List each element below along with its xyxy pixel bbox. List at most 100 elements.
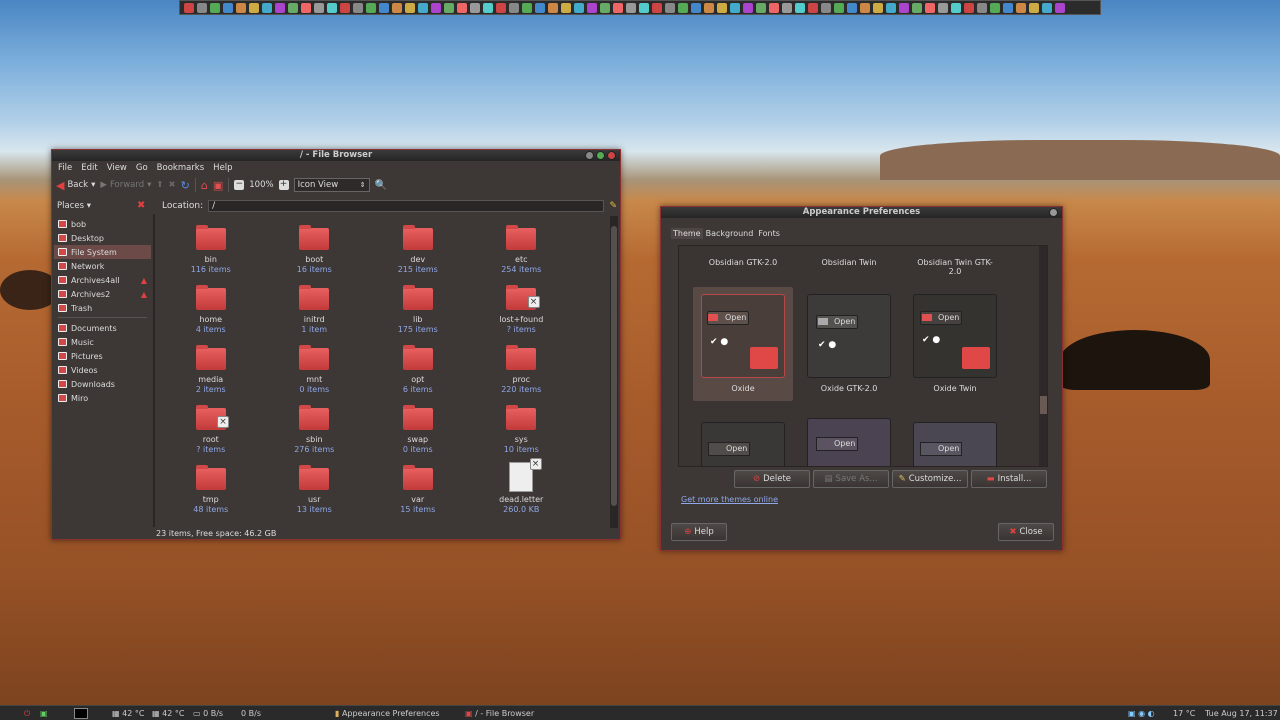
theme-list-scrollbar[interactable] (1039, 246, 1047, 466)
sidebar-bookmark[interactable]: Pictures (54, 349, 151, 363)
appearance-titlebar[interactable]: Appearance Preferences (661, 207, 1062, 218)
app-icon[interactable] (834, 2, 844, 13)
file-item[interactable]: swap 0 items (366, 402, 470, 462)
tab-background[interactable]: Background (704, 228, 756, 239)
app-icon[interactable] (639, 2, 649, 13)
file-item[interactable]: media 2 items (159, 342, 263, 402)
app-icon[interactable] (938, 2, 948, 13)
file-item[interactable]: var 15 items (366, 462, 470, 522)
theme-thumbnail[interactable]: Open (807, 418, 891, 466)
app-icon[interactable] (236, 2, 246, 13)
file-item[interactable]: initrd 1 item (263, 282, 367, 342)
app-icon[interactable] (561, 2, 571, 13)
app-icon[interactable] (769, 2, 779, 13)
sidebar-bookmark[interactable]: Music (54, 335, 151, 349)
app-icon[interactable] (327, 2, 337, 13)
close-dialog-button[interactable]: ✖ Close (998, 523, 1054, 541)
menu-bookmarks[interactable]: Bookmarks (157, 163, 205, 173)
file-item[interactable]: dev 215 items (366, 222, 470, 282)
help-button[interactable]: ⊕ Help (671, 523, 727, 541)
file-item[interactable]: proc 220 items (470, 342, 574, 402)
taskbar-file-browser[interactable]: ▣ / - File Browser (465, 708, 585, 719)
file-item[interactable]: sys 10 items (470, 402, 574, 462)
sidebar-bookmark[interactable]: Documents (54, 321, 151, 335)
app-icon[interactable] (964, 2, 974, 13)
menu-edit[interactable]: Edit (81, 163, 97, 173)
file-item[interactable]: mnt 0 items (263, 342, 367, 402)
app-icon[interactable] (522, 2, 532, 13)
file-item[interactable]: bin 116 items (159, 222, 263, 282)
app-icon[interactable] (600, 2, 610, 13)
app-icon[interactable] (470, 2, 480, 13)
install-button[interactable]: ▬ Install... (971, 470, 1047, 488)
app-icon[interactable] (340, 2, 350, 13)
app-icon[interactable] (509, 2, 519, 13)
app-icon[interactable] (223, 2, 233, 13)
scrollbar-thumb[interactable] (1040, 396, 1047, 414)
theme-thumbnail[interactable]: Open ✔ ● (807, 294, 891, 378)
monitor-icon[interactable] (197, 2, 207, 13)
menu-help[interactable]: Help (213, 163, 232, 173)
save-as-button[interactable]: ▤ Save As... (813, 470, 889, 488)
search-icon[interactable]: 🔍 (375, 180, 387, 191)
app-icon[interactable] (821, 2, 831, 13)
file-item[interactable]: × lost+found? items (470, 282, 574, 342)
maximize-button[interactable] (596, 151, 605, 160)
app-icon[interactable] (678, 2, 688, 13)
app-icon[interactable] (886, 2, 896, 13)
app-icon[interactable] (535, 2, 545, 13)
file-item[interactable]: home 4 items (159, 282, 263, 342)
app-icon[interactable] (496, 2, 506, 13)
computer-icon[interactable]: ▣ (213, 179, 223, 192)
eject-icon[interactable]: ▲ (141, 276, 147, 285)
app-icon[interactable] (743, 2, 753, 13)
up-icon[interactable]: ⬆ (156, 180, 163, 190)
app-icon[interactable] (379, 2, 389, 13)
app-icon[interactable] (652, 2, 662, 13)
app-icon[interactable] (717, 2, 727, 13)
sidebar-item[interactable]: Trash (54, 301, 151, 315)
file-browser-titlebar[interactable]: / - File Browser (52, 150, 620, 161)
app-icon[interactable] (418, 2, 428, 13)
app-icon[interactable] (873, 2, 883, 13)
close-button[interactable] (1049, 208, 1058, 217)
app-icon[interactable] (990, 2, 1000, 13)
app-icon[interactable] (353, 2, 363, 13)
app-icon[interactable] (457, 2, 467, 13)
web-icon[interactable] (262, 2, 272, 13)
home-icon[interactable]: ⌂ (201, 179, 208, 192)
app-icon[interactable] (977, 2, 987, 13)
eject-icon[interactable]: ▲ (141, 290, 147, 299)
sidebar-item[interactable]: Desktop (54, 231, 151, 245)
sidebar-item[interactable]: Network (54, 259, 151, 273)
app-icon[interactable] (1055, 2, 1065, 13)
monitor-icon[interactable]: ▣ (40, 708, 48, 719)
sidebar-item[interactable]: Archives2 ▲ (54, 287, 151, 301)
sidebar-item[interactable]: bob (54, 217, 151, 231)
zoom-out-icon[interactable]: − (234, 180, 245, 190)
menu-view[interactable]: View (107, 163, 127, 173)
app-icon[interactable] (912, 2, 922, 13)
file-item[interactable]: × root? items (159, 402, 263, 462)
app-icon[interactable] (704, 2, 714, 13)
file-item[interactable]: boot 16 items (263, 222, 367, 282)
zoom-in-icon[interactable]: + (278, 180, 289, 190)
app-icon[interactable] (301, 2, 311, 13)
terminal-icon[interactable] (74, 708, 88, 719)
app-icon[interactable] (899, 2, 909, 13)
taskbar-appearance[interactable]: ▮ Appearance Preferences (335, 708, 463, 719)
sidebar-item[interactable]: File System (54, 245, 151, 259)
app-icon[interactable] (925, 2, 935, 13)
reload-icon[interactable]: ↻ (181, 179, 190, 192)
app-icon[interactable] (1029, 2, 1039, 13)
app-icon[interactable] (782, 2, 792, 13)
sidebar-bookmark[interactable]: Miro (54, 391, 151, 405)
sidebar-bookmark[interactable]: Videos (54, 363, 151, 377)
clock[interactable]: Tue Aug 17, 11:37 (1205, 708, 1278, 719)
close-button[interactable] (607, 151, 616, 160)
app-icon[interactable] (444, 2, 454, 13)
app-icon[interactable] (730, 2, 740, 13)
app-icon[interactable] (1042, 2, 1052, 13)
app-icon[interactable] (288, 2, 298, 13)
app-icon[interactable] (574, 2, 584, 13)
